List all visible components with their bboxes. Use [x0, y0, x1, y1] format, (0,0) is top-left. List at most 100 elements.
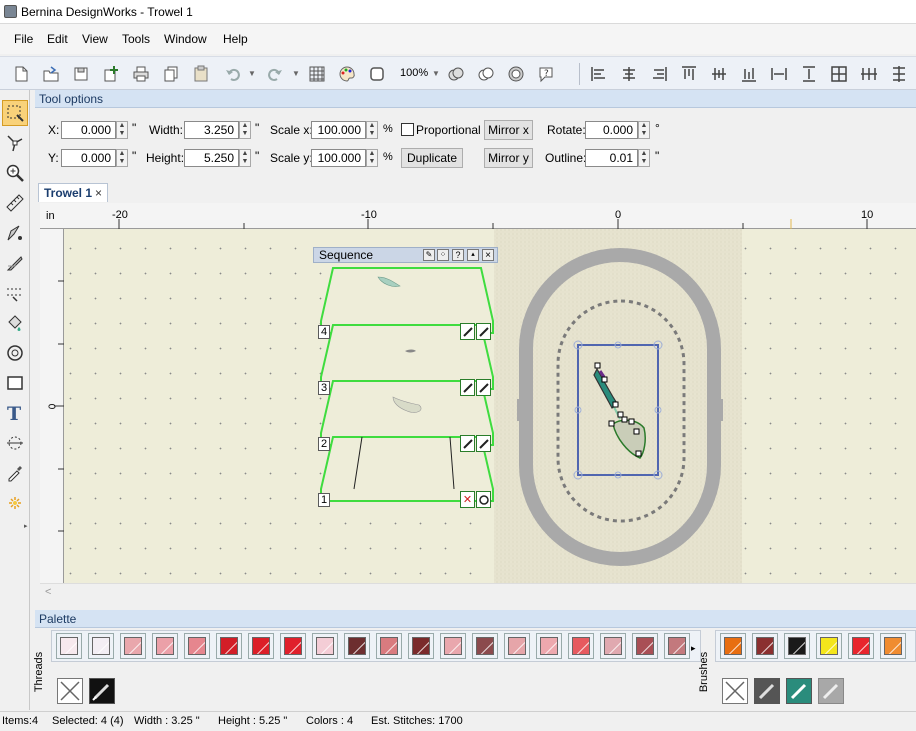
- new-icon[interactable]: [10, 63, 32, 85]
- x-field[interactable]: 0.000: [61, 121, 116, 139]
- align-middle-icon[interactable]: [708, 63, 730, 85]
- thread-swatch[interactable]: [376, 633, 402, 659]
- thread-swatch[interactable]: [408, 633, 434, 659]
- y-spinner[interactable]: ▲ ▼: [116, 149, 128, 167]
- height-spinner[interactable]: ▲ ▼: [239, 149, 251, 167]
- scale-y-spinner[interactable]: ▲ ▼: [366, 149, 378, 167]
- align-right-icon[interactable]: [648, 63, 670, 85]
- brush-swatch[interactable]: [880, 633, 906, 659]
- fill-tool-icon[interactable]: [2, 310, 28, 336]
- weld-icon[interactable]: [445, 63, 467, 85]
- text-tool-icon[interactable]: T: [2, 400, 28, 426]
- brush-tool-swatch-icon[interactable]: [754, 678, 780, 704]
- align-center-icon[interactable]: [618, 63, 640, 85]
- thread-swatch[interactable]: [184, 633, 210, 659]
- layer-1-no-thread-icon[interactable]: ✕: [460, 491, 475, 508]
- thread-swatch[interactable]: [440, 633, 466, 659]
- brush-swatch[interactable]: [816, 633, 842, 659]
- import-icon[interactable]: [100, 63, 122, 85]
- layer-4-thread-icon[interactable]: [460, 323, 475, 340]
- brush-swatch[interactable]: [752, 633, 778, 659]
- pen-tool-icon[interactable]: [2, 220, 28, 246]
- space-horizontal-icon[interactable]: [768, 63, 790, 85]
- thread-swatch[interactable]: [536, 633, 562, 659]
- brush-swatch[interactable]: [784, 633, 810, 659]
- center-both-icon[interactable]: [828, 63, 850, 85]
- zoom-level[interactable]: 100%: [400, 67, 428, 79]
- magic-wand-tool-icon[interactable]: [2, 490, 28, 516]
- motif-tool-icon[interactable]: [2, 340, 28, 366]
- outline-spinner[interactable]: ▲ ▼: [638, 149, 650, 167]
- thread-swatch[interactable]: [600, 633, 626, 659]
- thread-swatch[interactable]: [568, 633, 594, 659]
- thread-swatch[interactable]: [344, 633, 370, 659]
- help-icon[interactable]: ?: [535, 63, 557, 85]
- brush-swatch[interactable]: [720, 633, 746, 659]
- thread-swatch[interactable]: [120, 633, 146, 659]
- align-bottom-icon[interactable]: [738, 63, 760, 85]
- gray-brush-swatch-icon[interactable]: [818, 678, 844, 704]
- thread-swatch[interactable]: [152, 633, 178, 659]
- thread-swatch[interactable]: [632, 633, 658, 659]
- print-icon[interactable]: [130, 63, 152, 85]
- menu-view[interactable]: View: [82, 32, 108, 46]
- width-spinner[interactable]: ▲ ▼: [239, 121, 251, 139]
- menu-help[interactable]: Help: [223, 32, 248, 46]
- horizontal-scrollbar[interactable]: <: [40, 583, 916, 601]
- sequence-help-icon[interactable]: ?: [452, 249, 464, 261]
- thread-swatch[interactable]: [56, 633, 82, 659]
- scale-y-field[interactable]: 100.000: [311, 149, 366, 167]
- thread-swatch[interactable]: [504, 633, 530, 659]
- black-thread-swatch-icon[interactable]: [89, 678, 115, 704]
- mirror-y-button[interactable]: Mirror y: [484, 148, 533, 168]
- menu-file[interactable]: File: [14, 32, 33, 46]
- align-left-icon[interactable]: [588, 63, 610, 85]
- grid-icon[interactable]: [306, 63, 328, 85]
- thread-swatch[interactable]: [216, 633, 242, 659]
- menu-edit[interactable]: Edit: [47, 32, 68, 46]
- thread-swatch[interactable]: [280, 633, 306, 659]
- stitch-tool-icon[interactable]: [2, 280, 28, 306]
- paste-icon[interactable]: [190, 63, 212, 85]
- rotate-spinner[interactable]: ▲ ▼: [638, 121, 650, 139]
- thread-swatch[interactable]: [664, 633, 690, 659]
- sequence-edit-icon[interactable]: ✎: [423, 249, 435, 261]
- palette-icon[interactable]: [336, 63, 358, 85]
- layer-1-hoop-icon[interactable]: [476, 491, 491, 508]
- measure-tool-icon[interactable]: [2, 190, 28, 216]
- no-brush-swatch-icon[interactable]: [722, 678, 748, 704]
- thread-swatch[interactable]: [248, 633, 274, 659]
- width-field[interactable]: 3.250: [184, 121, 239, 139]
- node-edit-tool-icon[interactable]: [2, 130, 28, 156]
- zoom-tool-icon[interactable]: [2, 160, 28, 186]
- undo-dropdown-icon[interactable]: ▼: [248, 69, 256, 78]
- scale-x-field[interactable]: 100.000: [311, 121, 366, 139]
- shape-tool-icon[interactable]: [2, 430, 28, 456]
- outline-field[interactable]: 0.01: [585, 149, 638, 167]
- x-spinner[interactable]: ▲ ▼: [116, 121, 128, 139]
- brush-swatch[interactable]: [848, 633, 874, 659]
- height-field[interactable]: 5.250: [184, 149, 239, 167]
- scale-x-spinner[interactable]: ▲ ▼: [366, 121, 378, 139]
- thread-swatch[interactable]: [88, 633, 114, 659]
- proportional-checkbox[interactable]: [401, 123, 414, 136]
- mirror-x-button[interactable]: Mirror x: [484, 120, 533, 140]
- menu-tools[interactable]: Tools: [122, 32, 150, 46]
- rectangle-tool-icon[interactable]: [2, 370, 28, 396]
- expand-tools-icon[interactable]: ▸: [24, 522, 28, 530]
- layer-2-brush-icon[interactable]: [476, 435, 491, 452]
- align-top-icon[interactable]: [678, 63, 700, 85]
- distribute-horizontal-icon[interactable]: [858, 63, 880, 85]
- open-icon[interactable]: [40, 63, 62, 85]
- space-vertical-icon[interactable]: [798, 63, 820, 85]
- thread-swatch[interactable]: [472, 633, 498, 659]
- layer-3-brush-icon[interactable]: [476, 379, 491, 396]
- teal-brush-swatch-icon[interactable]: [786, 678, 812, 704]
- layer-2-thread-icon[interactable]: [460, 435, 475, 452]
- redo-icon[interactable]: [264, 63, 286, 85]
- duplicate-button[interactable]: Duplicate: [401, 148, 463, 168]
- sequence-options-icon[interactable]: ⁘: [437, 249, 449, 261]
- y-field[interactable]: 0.000: [61, 149, 116, 167]
- sequence-minimize-icon[interactable]: ▴: [467, 249, 479, 261]
- undo-icon[interactable]: [222, 63, 244, 85]
